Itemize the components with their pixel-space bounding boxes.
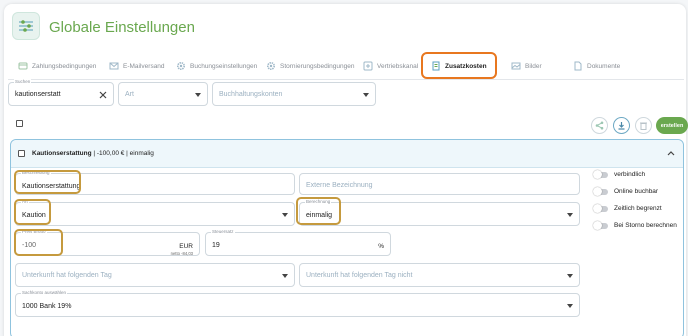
toggle-switch[interactable] <box>593 203 608 213</box>
tab-zahlungsbedingungen[interactable]: Zahlungsbedingungen <box>18 56 96 76</box>
clear-icon[interactable] <box>99 91 107 99</box>
art-highlight <box>14 199 51 225</box>
berechnung-select[interactable]: Berechnung einmalig <box>299 199 580 226</box>
art-placeholder: Art <box>125 91 134 98</box>
toggle-label: verbindlich <box>614 171 646 178</box>
share-button[interactable] <box>591 117 608 134</box>
sliders-icon <box>12 12 40 40</box>
toggle-verbindlich[interactable]: verbindlich <box>593 169 646 179</box>
share-icon <box>595 121 604 130</box>
tab-label: Zahlungsbedingungen <box>32 62 97 70</box>
tab-label: Stornierungsbedingungen <box>280 62 355 70</box>
chevron-down-icon <box>195 93 201 97</box>
account-select[interactable]: Sachkonto auswählen 1000 Bank 19% <box>15 290 580 317</box>
tab-e-mailversand[interactable]: E-Mailversand <box>109 56 165 76</box>
toggle-switch[interactable] <box>593 186 608 196</box>
cost-item-header[interactable]: Kautionserstattung | -100,00 € | einmali… <box>11 140 683 168</box>
external-name-placeholder: Externe Bezeichnung <box>306 182 373 189</box>
page-title: Globale Einstellungen <box>49 19 195 36</box>
accounts-filter-select[interactable]: Buchhaltungskonten <box>212 82 376 106</box>
toggle-switch[interactable] <box>593 169 608 179</box>
toggle-zeitlich-begrenzt[interactable]: Zeitlich begrenzt <box>593 203 662 213</box>
gear-icon <box>266 61 276 71</box>
price-highlight <box>14 229 63 256</box>
select-all-checkbox[interactable] <box>16 120 23 127</box>
tag-not-select[interactable]: Unterkunft hat folgenden Tag nicht <box>299 263 580 287</box>
netto-value: netto -84,03 <box>170 251 193 256</box>
art-select[interactable]: Art Kaution <box>15 199 295 226</box>
download-icon <box>618 122 625 130</box>
tab-vertriebskanal[interactable]: Vertriebskanal <box>363 56 418 76</box>
tag-not-placeholder: Unterkunft hat folgenden Tag nicht <box>306 272 413 279</box>
cost-item-title: Kautionserstattung | -100,00 € | einmali… <box>32 150 154 157</box>
tag-has-select[interactable]: Unterkunft hat folgenden Tag <box>15 263 295 287</box>
tab-dokumente[interactable]: Dokumente <box>573 56 620 76</box>
chevron-down-icon <box>567 304 573 308</box>
item-summary-text: | -100,00 € | einmalig <box>91 150 154 157</box>
plus-box-icon <box>363 61 373 71</box>
tab-label: Dokumente <box>587 62 621 70</box>
tab-label: Vertriebskanal <box>377 62 419 70</box>
tax-rate-label: Steuersatz <box>211 229 235 234</box>
gear-icon <box>176 61 186 71</box>
search-label: Suchen <box>14 79 32 84</box>
document-icon <box>574 61 582 71</box>
delete-button[interactable] <box>635 117 652 134</box>
berechnung-highlight <box>296 197 341 225</box>
toggle-online-buchbar[interactable]: Online buchbar <box>593 186 659 196</box>
create-button[interactable]: erstellen <box>656 117 688 134</box>
tab-bar: Zahlungsbedingungen E-Mailversand Buchun… <box>8 52 684 80</box>
item-checkbox[interactable] <box>18 150 25 157</box>
chevron-up-icon[interactable] <box>667 150 675 156</box>
tab-label: Buchungseinstellungen <box>190 62 258 70</box>
search-input[interactable]: Suchen kautionserstatt <box>8 79 114 106</box>
chevron-down-icon <box>567 274 573 278</box>
art-filter-select[interactable]: Art <box>118 82 208 106</box>
toggle-bei-storno[interactable]: Bei Storno berechnen <box>593 220 677 230</box>
tab-stornierungsbedingungen[interactable]: Stornierungsbedingungen <box>266 56 354 76</box>
item-title-text: Kautionserstattung <box>32 150 92 157</box>
download-button[interactable] <box>613 117 630 134</box>
description-highlight <box>14 170 81 194</box>
percent-unit: % <box>378 243 384 250</box>
image-icon <box>511 62 521 70</box>
account-label: Sachkonto auswählen <box>21 290 68 295</box>
tab-buchungseinstellungen[interactable]: Buchungseinstellungen <box>176 56 257 76</box>
search-value: kautionserstatt <box>15 91 61 98</box>
tag-has-placeholder: Unterkunft hat folgenden Tag <box>22 272 112 279</box>
chevron-down-icon <box>282 213 288 217</box>
tax-rate-value: 19 <box>212 242 220 249</box>
accounts-placeholder: Buchhaltungskonten <box>219 91 283 98</box>
tab-label: Bilder <box>525 62 542 70</box>
toggle-switch[interactable] <box>593 220 608 230</box>
page: Globale Einstellungen Zahlungsbedingunge… <box>0 0 688 336</box>
account-value: 1000 Bank 19% <box>22 303 72 310</box>
tab-bilder[interactable]: Bilder <box>511 56 542 76</box>
trash-icon <box>640 122 647 130</box>
tax-rate-field[interactable]: Steuersatz 19 % <box>205 229 391 256</box>
toggle-label: Online buchbar <box>614 188 659 195</box>
tab-label: E-Mailversand <box>123 62 165 70</box>
chevron-down-icon <box>363 93 369 97</box>
mail-icon <box>109 62 119 70</box>
toggle-label: Zeitlich begrenzt <box>614 205 662 212</box>
chevron-down-icon <box>567 213 573 217</box>
toggle-label: Bei Storno berechnen <box>614 222 677 229</box>
chevron-down-icon <box>282 274 288 278</box>
active-tab-highlight <box>421 52 497 79</box>
currency-unit: EUR <box>179 243 193 250</box>
external-name-field[interactable]: Externe Bezeichnung <box>299 173 580 195</box>
cost-item-panel: Kautionserstattung | -100,00 € | einmali… <box>10 139 684 336</box>
payment-icon <box>18 62 28 70</box>
